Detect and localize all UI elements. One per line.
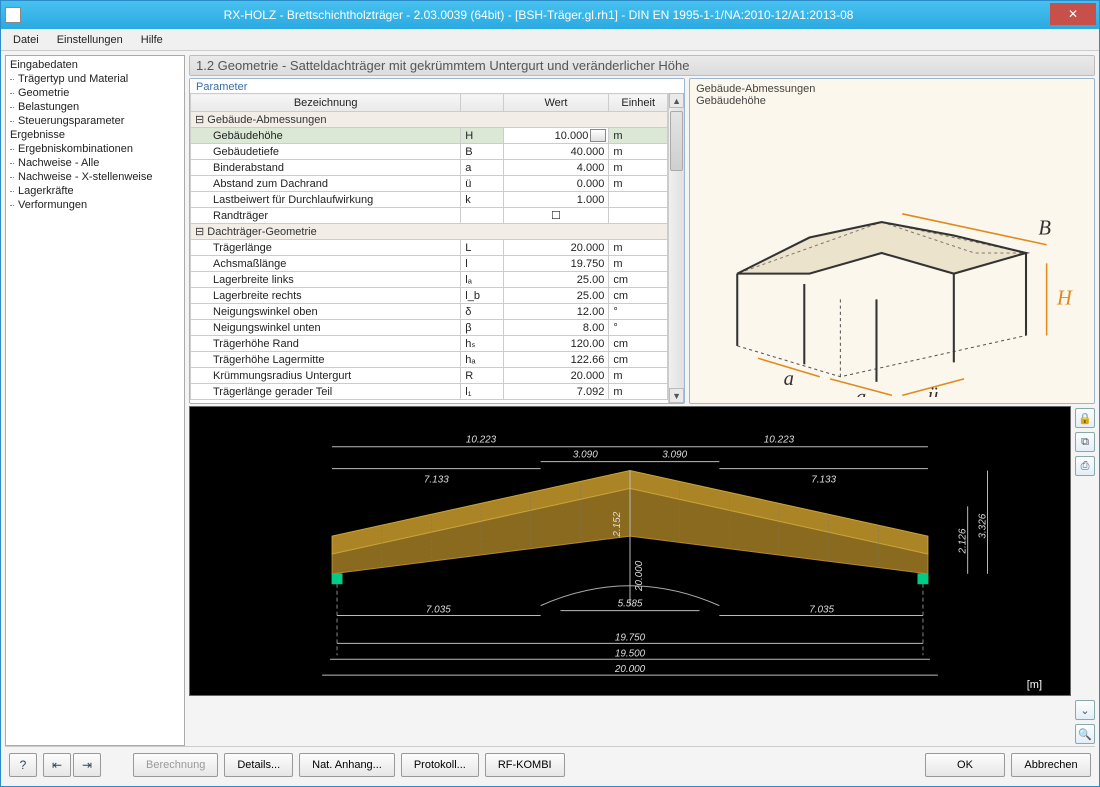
table-row[interactable]: Trägerlänge gerader Teill₁7.092m xyxy=(191,384,668,400)
svg-text:2.126: 2.126 xyxy=(958,528,969,554)
svg-text:7.035: 7.035 xyxy=(426,605,451,616)
table-row[interactable]: GebäudetiefeB40.000m xyxy=(191,144,668,160)
table-row[interactable]: Lagerbreite linkslₐ25.00cm xyxy=(191,272,668,288)
menubar: Datei Einstellungen Hilfe xyxy=(1,29,1099,51)
svg-text:10.223: 10.223 xyxy=(466,435,497,446)
nav-nachweise-x[interactable]: Nachweise - X-stellenweise xyxy=(8,170,182,184)
navigation-tree[interactable]: Eingabedaten Trägertyp und Material Geom… xyxy=(5,55,185,746)
group-row[interactable]: ⊟ Dachträger-Geometrie xyxy=(191,224,668,240)
svg-text:10.223: 10.223 xyxy=(764,435,795,446)
details-button[interactable]: Details... xyxy=(224,753,293,777)
export-icon[interactable]: ⇥ xyxy=(73,753,101,777)
table-row[interactable]: Krümmungsradius UntergurtR20.000m xyxy=(191,368,668,384)
info-line1: Gebäude-Abmessungen xyxy=(696,83,1088,95)
elevation-drawing[interactable]: 10.223 10.223 7.133 7.133 3.090 3.090 5.… xyxy=(189,406,1071,696)
footer-bar: ? ⇤ ⇥ Berechnung Details... Nat. Anhang.… xyxy=(5,746,1095,782)
svg-text:19.750: 19.750 xyxy=(615,632,646,643)
table-row[interactable]: Randträger☐ xyxy=(191,208,668,224)
calc-button[interactable]: Berechnung xyxy=(133,753,218,777)
search-icon[interactable]: 🔍 xyxy=(1075,724,1095,744)
nav-group-input: Eingabedaten xyxy=(8,58,182,72)
parameter-legend: Parameter xyxy=(190,79,684,93)
table-row[interactable]: Binderabstanda4.000m xyxy=(191,160,668,176)
svg-text:19.500: 19.500 xyxy=(615,648,646,659)
table-row[interactable]: Lastbeiwert für Durchlaufwirkungk1.000 xyxy=(191,192,668,208)
protokoll-button[interactable]: Protokoll... xyxy=(401,753,479,777)
table-row[interactable]: Trägerhöhe Lagermittehₐ122.66cm xyxy=(191,352,668,368)
svg-text:5.585: 5.585 xyxy=(618,599,643,610)
nav-verformungen[interactable]: Verformungen xyxy=(8,198,182,212)
table-row[interactable]: Neigungswinkel obenδ12.00° xyxy=(191,304,668,320)
dim-u: ü xyxy=(928,385,938,397)
svg-text:7.133: 7.133 xyxy=(811,474,836,485)
app-icon xyxy=(5,7,21,23)
col-wert[interactable]: Wert xyxy=(503,94,609,112)
import-icon[interactable]: ⇤ xyxy=(43,753,71,777)
table-row[interactable]: Abstand zum Dachrandü0.000m xyxy=(191,176,668,192)
drawing-unit: [m] xyxy=(1027,679,1042,691)
dim-B: B xyxy=(1038,217,1051,239)
lock-icon[interactable]: 🔒 xyxy=(1075,408,1095,428)
print-icon[interactable]: ⎙ xyxy=(1075,456,1095,476)
menu-settings[interactable]: Einstellungen xyxy=(49,32,131,48)
table-row[interactable]: Lagerbreite rechtsl_b25.00cm xyxy=(191,288,668,304)
nav-traegertyp[interactable]: Trägertyp und Material xyxy=(8,72,182,86)
nav-lagerkraefte[interactable]: Lagerkräfte xyxy=(8,184,182,198)
parameter-table[interactable]: Bezeichnung Wert Einheit ⊟ Gebäude-Abmes… xyxy=(190,93,668,400)
table-row[interactable]: Trägerhöhe Randhₛ120.00cm xyxy=(191,336,668,352)
table-row[interactable]: GebäudehöheH10.000m xyxy=(191,128,668,144)
col-sym[interactable] xyxy=(461,94,503,112)
copy-icon[interactable]: ⧉ xyxy=(1075,432,1095,452)
col-bezeichnung[interactable]: Bezeichnung xyxy=(191,94,461,112)
building-iso-diagram: B H a a ü xyxy=(696,109,1088,397)
svg-text:20.000: 20.000 xyxy=(634,560,645,592)
nav-steuerung[interactable]: Steuerungsparameter xyxy=(8,114,182,128)
table-row[interactable]: Neigungswinkel untenβ8.00° xyxy=(191,320,668,336)
dim-a2: a xyxy=(856,387,866,397)
ok-button[interactable]: OK xyxy=(925,753,1005,777)
svg-text:7.035: 7.035 xyxy=(809,605,834,616)
svg-text:20.000: 20.000 xyxy=(614,664,646,675)
info-line2: Gebäudehöhe xyxy=(696,95,1088,107)
svg-text:3.090: 3.090 xyxy=(573,450,598,461)
window-title: RX-HOLZ - Brettschichtholzträger - 2.03.… xyxy=(27,8,1050,22)
parameter-panel: Parameter Bezeichnung Wert Einheit xyxy=(189,78,685,404)
table-row[interactable]: TrägerlängeL20.000m xyxy=(191,240,668,256)
help-button[interactable]: ? xyxy=(9,753,37,777)
table-scrollbar[interactable]: ▲ ▼ xyxy=(668,93,684,403)
close-button[interactable]: ✕ xyxy=(1050,3,1096,25)
info-panel: Gebäude-Abmessungen Gebäudehöhe xyxy=(689,78,1095,404)
svg-text:7.133: 7.133 xyxy=(424,474,449,485)
rfkombi-button[interactable]: RF-KOMBI xyxy=(485,753,565,777)
group-row[interactable]: ⊟ Gebäude-Abmessungen xyxy=(191,112,668,128)
svg-text:2.152: 2.152 xyxy=(612,511,623,537)
nav-belastungen[interactable]: Belastungen xyxy=(8,100,182,114)
svg-text:3.326: 3.326 xyxy=(978,513,989,538)
table-row[interactable]: Achsmaßlängel19.750m xyxy=(191,256,668,272)
nav-group-results: Ergebnisse xyxy=(8,128,182,142)
svg-text:3.090: 3.090 xyxy=(662,450,687,461)
section-title: 1.2 Geometrie - Satteldachträger mit gek… xyxy=(189,55,1095,76)
nav-geometrie[interactable]: Geometrie xyxy=(8,86,182,100)
nav-nachweise-alle[interactable]: Nachweise - Alle xyxy=(8,156,182,170)
menu-file[interactable]: Datei xyxy=(5,32,47,48)
cancel-button[interactable]: Abbrechen xyxy=(1011,753,1091,777)
titlebar: RX-HOLZ - Brettschichtholzträger - 2.03.… xyxy=(1,1,1099,29)
col-einheit[interactable]: Einheit xyxy=(609,94,668,112)
nav-ergebniskomb[interactable]: Ergebniskombinationen xyxy=(8,142,182,156)
natanhang-button[interactable]: Nat. Anhang... xyxy=(299,753,395,777)
view-icon[interactable]: ⌄ xyxy=(1075,700,1095,720)
dim-a1: a xyxy=(784,368,794,390)
dim-H: H xyxy=(1056,288,1073,310)
menu-help[interactable]: Hilfe xyxy=(133,32,171,48)
